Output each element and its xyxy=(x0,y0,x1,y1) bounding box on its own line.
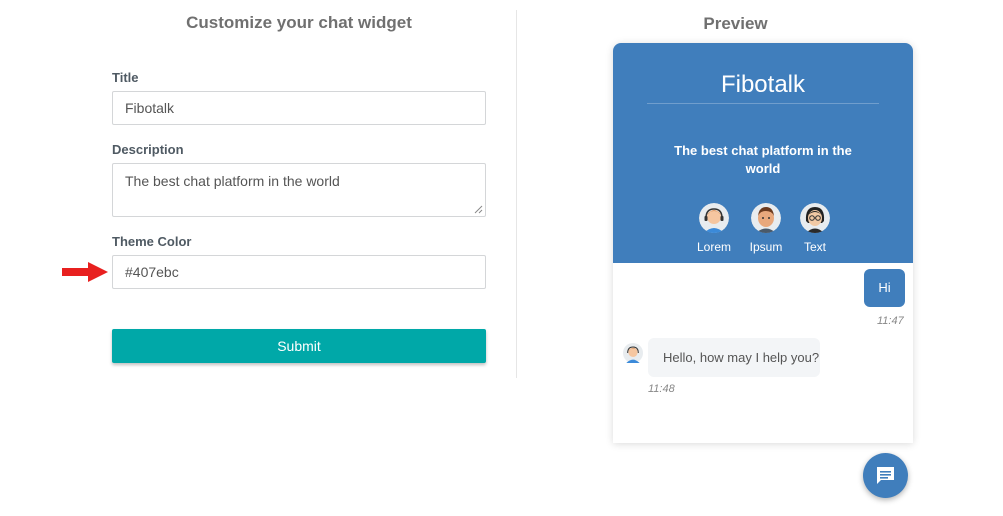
preview-heading: Preview xyxy=(703,14,768,33)
agent-text: Text xyxy=(790,203,840,254)
agent-man-icon xyxy=(751,203,781,233)
chat-widget-preview: Fibotalk The best chat platform in the w… xyxy=(613,43,913,443)
message-agent: Hello, how may I help you? xyxy=(648,338,820,377)
message-user: Hi xyxy=(864,269,905,307)
divider xyxy=(516,10,517,378)
theme-color-input[interactable] xyxy=(112,255,486,289)
agent-lorem: Lorem xyxy=(689,203,739,254)
title-label: Title xyxy=(112,70,139,85)
agent-text-name: Text xyxy=(803,240,826,254)
message-time: 11:48 xyxy=(648,383,675,395)
chat-launcher-button[interactable] xyxy=(863,453,908,498)
message-time: 11:47 xyxy=(877,315,904,327)
submit-button[interactable]: Submit xyxy=(112,329,486,363)
chat-bubble-icon xyxy=(877,467,894,484)
description-text: The best chat platform in the world xyxy=(125,173,340,189)
widget-title-rule xyxy=(647,103,879,104)
theme-color-label: Theme Color xyxy=(112,234,192,249)
widget-title: Fibotalk xyxy=(720,71,806,98)
description-label: Description xyxy=(112,142,184,157)
description-textarea[interactable]: The best chat platform in the world xyxy=(112,163,486,217)
widget-description: The best chat platform in the world xyxy=(674,143,852,176)
agent-avatar-icon xyxy=(623,343,643,363)
red-arrow-icon xyxy=(62,262,108,282)
resize-handle-icon[interactable] xyxy=(474,205,483,214)
agent-woman-glasses-icon xyxy=(800,203,830,233)
title-input[interactable] xyxy=(112,91,486,125)
widget-header: Fibotalk The best chat platform in the w… xyxy=(613,43,913,263)
agent-ipsum-name: Ipsum xyxy=(749,240,783,254)
agent-ipsum: Ipsum xyxy=(741,203,791,254)
customize-heading: Customize your chat widget xyxy=(186,13,412,32)
agent-lorem-name: Lorem xyxy=(696,240,731,254)
agent-headset-icon xyxy=(699,203,729,233)
